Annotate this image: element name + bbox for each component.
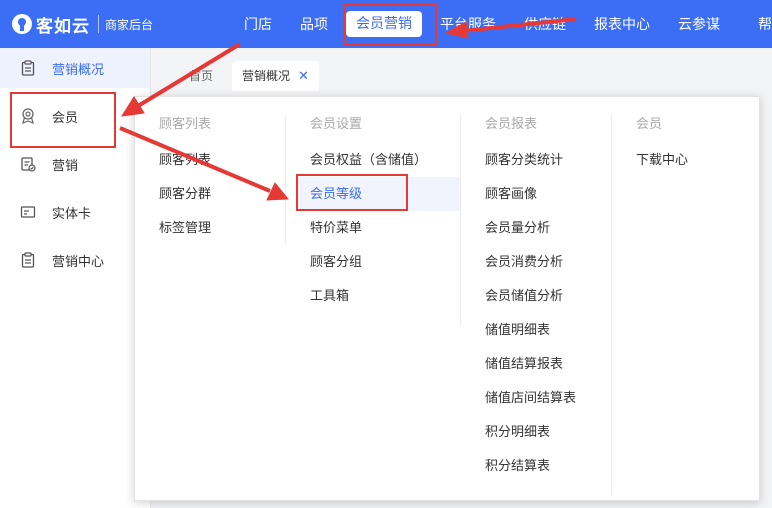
nav-item-platform-services[interactable]: 平台服务 [440,14,496,36]
tab-label: 首页 [189,69,214,83]
brand-subtitle: 商家后台 [105,17,154,32]
menu-item-stored-value-settlement[interactable]: 储值结算报表 [485,356,563,374]
column-divider [285,115,286,245]
sidebar-item-label: 营销 [52,158,79,174]
member-marketing-dropdown: 顾客列表 顾客列表 顾客分群 标签管理 会员设置 会员权益（含储值） 会员等级 … [134,96,760,501]
menu-item-tag-management[interactable]: 标签管理 [159,220,211,238]
menu-item-customer-list[interactable]: 顾客列表 [159,152,211,170]
menu-item-inter-store-settlement[interactable]: 储值店间结算表 [485,390,576,408]
menu-item-toolbox[interactable]: 工具箱 [310,288,349,306]
tab-label: 营销概况 [242,69,291,83]
member-badge-icon [20,108,36,125]
sidebar-item-marketing[interactable]: 营销 [0,144,150,184]
column-title-member: 会员 [636,117,663,132]
sidebar: 营销概况 会员 营销 实体卡 营销中心 [0,48,151,508]
sidebar-item-physical-card[interactable]: 实体卡 [0,192,150,232]
nav-item-member-marketing[interactable]: 会员营销 [346,11,422,37]
marketing-doc-icon [20,156,36,172]
menu-item-download-center[interactable]: 下载中心 [636,152,688,170]
column-divider [460,115,461,325]
menu-item-customer-segments[interactable]: 顾客分群 [159,186,211,204]
tab-marketing-overview[interactable]: 营销概况 ✕ [232,61,319,91]
brand-divider [98,15,99,33]
menu-item-member-benefits[interactable]: 会员权益（含储值） [310,152,427,170]
sidebar-item-label: 营销中心 [52,254,105,270]
menu-item-member-consumption-analysis[interactable]: 会员消费分析 [485,254,563,272]
menu-item-customer-groups[interactable]: 顾客分组 [310,254,362,272]
sidebar-item-marketing-overview[interactable]: 营销概况 [0,48,150,88]
brand-logo[interactable]: 客如云 商家后台 [12,13,154,37]
sidebar-item-label: 实体卡 [52,206,92,222]
menu-item-member-level[interactable]: 会员等级 [310,186,362,204]
brand-name: 客如云 [36,16,90,37]
nav-item-help[interactable]: 帮 [758,14,772,36]
card-icon [20,204,36,220]
column-title-member-reports: 会员报表 [485,117,538,132]
clipboard-icon [20,60,36,76]
clipboard-icon [20,252,36,268]
menu-item-stored-value-detail[interactable]: 储值明细表 [485,322,550,340]
sidebar-item-label: 会员 [52,110,79,126]
sidebar-item-marketing-center[interactable]: 营销中心 [0,240,150,280]
menu-item-points-settlement[interactable]: 积分结算表 [485,458,550,476]
nav-item-cloud-advisor[interactable]: 云参谋 [678,14,720,36]
sidebar-item-member[interactable]: 会员 [0,96,150,136]
menu-item-member-stored-value-analysis[interactable]: 会员储值分析 [485,288,563,306]
nav-item-report-center[interactable]: 报表中心 [594,14,650,36]
nav-item-supply-chain[interactable]: 供应链 [524,14,566,36]
close-icon[interactable]: ✕ [298,69,309,84]
sidebar-item-label: 营销概况 [52,62,105,78]
menu-item-member-volume-analysis[interactable]: 会员量分析 [485,220,550,238]
column-title-customer-list: 顾客列表 [159,117,212,132]
menu-item-customer-category-stats[interactable]: 顾客分类统计 [485,152,563,170]
column-title-member-settings: 会员设置 [310,117,363,132]
menu-item-special-menu[interactable]: 特价菜单 [310,220,362,238]
column-divider [611,115,612,495]
nav-item-stores[interactable]: 门店 [244,14,272,36]
top-nav-bar: 客如云 商家后台 门店 品项 会员营销 平台服务 供应链 报表中心 云参谋 帮 [0,0,772,48]
tab-home[interactable]: 首页 [179,61,223,91]
brand-logo-icon [12,14,32,34]
page-tabs: 首页 营销概况 ✕ [151,48,772,96]
menu-item-points-detail[interactable]: 积分明细表 [485,424,550,442]
menu-item-customer-portrait[interactable]: 顾客画像 [485,186,537,204]
nav-item-products[interactable]: 品项 [300,14,328,36]
